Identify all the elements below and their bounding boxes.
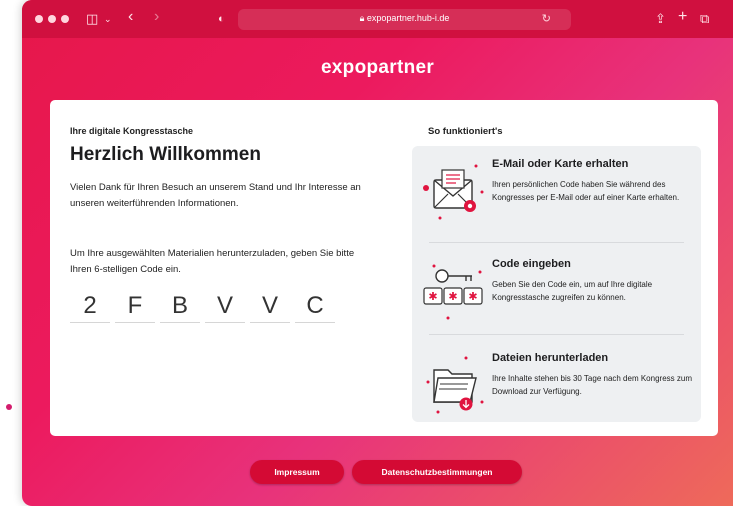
address-url: expopartner.hub-i.de bbox=[366, 13, 450, 23]
page-title: Herzlich Willkommen bbox=[70, 144, 261, 165]
back-icon[interactable]: ‹ bbox=[128, 8, 133, 26]
code-digit-3[interactable]: B bbox=[160, 292, 200, 323]
step-download: Dateien herunterladen Ihre Inhalte stehe… bbox=[412, 340, 701, 430]
svg-text:✱: ✱ bbox=[468, 290, 477, 303]
code-digit-5[interactable]: V bbox=[250, 292, 290, 323]
svg-text:✱: ✱ bbox=[448, 290, 457, 303]
how-it-works-title: So funktioniert's bbox=[428, 126, 503, 137]
share-icon[interactable]: ⇪ bbox=[655, 10, 666, 28]
close-window-button[interactable] bbox=[35, 15, 43, 23]
svg-text:✱: ✱ bbox=[428, 290, 437, 303]
step-text: Ihren persönlichen Code haben Sie währen… bbox=[492, 180, 680, 202]
imprint-button[interactable]: Impressum bbox=[250, 460, 344, 484]
sidebar-icon[interactable]: ◫ bbox=[86, 10, 98, 28]
step-email: E-Mail oder Karte erhalten Ihren persönl… bbox=[412, 146, 701, 236]
new-tab-icon[interactable]: + bbox=[678, 8, 687, 26]
main-card: Ihre digitale Kongresstasche Herzlich Wi… bbox=[50, 100, 718, 436]
code-digit-2[interactable]: F bbox=[115, 292, 155, 323]
browser-window: ◫ ⌄ ‹ › ◐ 🔒︎ expopartner.hub-i.de ↻ ⇪ + … bbox=[22, 0, 733, 506]
instruction-text: Um Ihre ausgewählten Materialien herunte… bbox=[70, 248, 355, 275]
intro-text: Vielen Dank für Ihren Besuch an unserem … bbox=[70, 182, 361, 209]
divider bbox=[429, 334, 684, 335]
step-text: Geben Sie den Code ein, um auf Ihre digi… bbox=[492, 280, 653, 302]
forward-icon[interactable]: › bbox=[154, 8, 159, 26]
key-code-icon: ✱ ✱ ✱ bbox=[423, 264, 483, 320]
code-digit-4[interactable]: V bbox=[205, 292, 245, 323]
lock-icon: 🔒︎ bbox=[359, 13, 365, 23]
chevron-down-icon[interactable]: ⌄ bbox=[104, 10, 112, 28]
tab-overview-icon[interactable]: ⧉ bbox=[700, 10, 709, 28]
address-bar[interactable]: 🔒︎ expopartner.hub-i.de ↻ bbox=[238, 9, 571, 30]
step-text: Ihre Inhalte stehen bis 30 Tage nach dem… bbox=[492, 374, 692, 396]
how-it-works-panel: E-Mail oder Karte erhalten Ihren persönl… bbox=[412, 146, 701, 422]
decorative-dot bbox=[6, 404, 12, 410]
code-digit-6[interactable]: C bbox=[295, 292, 335, 323]
minimize-window-button[interactable] bbox=[48, 15, 56, 23]
code-digit-1[interactable]: 2 bbox=[70, 292, 110, 323]
privacy-shield-icon[interactable]: ◐ bbox=[218, 10, 225, 28]
step-code: ✱ ✱ ✱ Code eingeben Geben Sie den Code e… bbox=[412, 246, 701, 336]
step-title: Code eingeben bbox=[492, 258, 571, 270]
zoom-window-button[interactable] bbox=[61, 15, 69, 23]
envelope-icon bbox=[423, 164, 484, 220]
step-title: E-Mail oder Karte erhalten bbox=[492, 158, 629, 170]
step-title: Dateien herunterladen bbox=[492, 352, 609, 364]
brand-logo: expopartner bbox=[320, 57, 435, 78]
reload-icon[interactable]: ↻ bbox=[542, 12, 551, 25]
divider bbox=[429, 242, 684, 243]
folder-download-icon bbox=[426, 356, 484, 414]
kicker-text: Ihre digitale Kongresstasche bbox=[70, 126, 194, 136]
privacy-button[interactable]: Datenschutzbestimmungen bbox=[352, 460, 522, 484]
browser-toolbar: ◫ ⌄ ‹ › ◐ 🔒︎ expopartner.hub-i.de ↻ ⇪ + … bbox=[22, 0, 733, 38]
